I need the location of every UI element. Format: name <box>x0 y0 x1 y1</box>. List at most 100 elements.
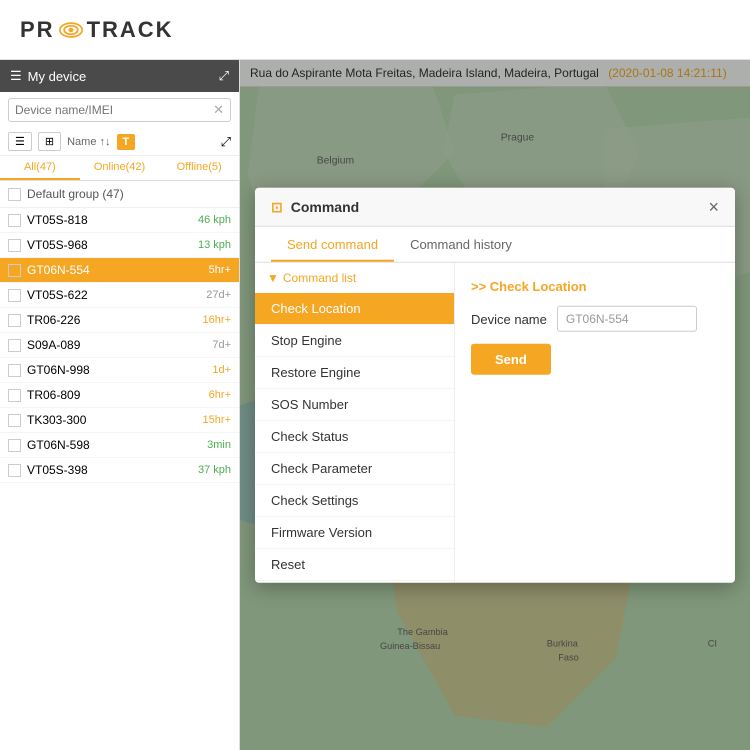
group-checkbox[interactable] <box>8 188 21 201</box>
tab-online[interactable]: Online(42) <box>80 156 160 180</box>
device-name: TK303-300 <box>27 413 203 427</box>
device-item[interactable]: TK303-300 15hr+ <box>0 408 239 433</box>
device-item[interactable]: GT06N-998 1d+ <box>0 358 239 383</box>
sidebar-title: My device <box>28 69 87 84</box>
device-status: 16hr+ <box>203 314 231 326</box>
device-status: 13 kph <box>198 239 231 251</box>
device-item[interactable]: GT06N-554 5hr+ <box>0 258 239 283</box>
sidebar-toolbar: ☰ ⊞ Name ↑↓ T ⤢ <box>0 128 239 156</box>
sidebar-search-container[interactable]: ✕ <box>8 98 231 122</box>
device-checkbox[interactable] <box>8 289 21 302</box>
send-button-container: Send <box>471 344 719 375</box>
device-name: VT05S-968 <box>27 238 198 252</box>
device-item[interactable]: VT05S-968 13 kph <box>0 233 239 258</box>
device-checkbox[interactable] <box>8 464 21 477</box>
toolbar-list-icon[interactable]: ☰ <box>8 132 32 151</box>
search-input[interactable] <box>15 103 213 117</box>
toolbar-t-button[interactable]: T <box>117 134 136 150</box>
sidebar-header-left: ☰ My device <box>10 68 86 84</box>
device-name: TR06-226 <box>27 313 203 327</box>
command-list-item[interactable]: Firmware Version <box>255 517 454 549</box>
terminal-icon: ⊡ <box>271 198 283 215</box>
sidebar: ☰ My device ⤢ ✕ ☰ ⊞ Name ↑↓ T ⤢ All(47) … <box>0 60 240 750</box>
tab-all[interactable]: All(47) <box>0 156 80 180</box>
modal-form-area: >> Check Location Device name Send <box>455 263 735 583</box>
modal-title: Command <box>291 199 359 215</box>
command-list-item[interactable]: Check Status <box>255 421 454 453</box>
tab-send-command[interactable]: Send command <box>271 227 394 262</box>
clear-icon[interactable]: ✕ <box>213 102 224 118</box>
device-status: 3min <box>207 439 231 451</box>
device-checkbox[interactable] <box>8 439 21 452</box>
toolbar-sort-label: Name ↑↓ <box>67 136 110 148</box>
command-section-label: Command list <box>283 271 356 285</box>
device-item[interactable]: S09A-089 7d+ <box>0 333 239 358</box>
modal-title-container: ⊡ Command <box>271 198 359 215</box>
command-list-item[interactable]: Check Location <box>255 293 454 325</box>
device-tabs: All(47) Online(42) Offline(5) <box>0 156 239 181</box>
modal-body: ▼ Command list Check LocationStop Engine… <box>255 263 735 583</box>
command-list-item[interactable]: SOS Number <box>255 389 454 421</box>
device-checkbox[interactable] <box>8 239 21 252</box>
device-checkbox[interactable] <box>8 414 21 427</box>
device-name: GT06N-554 <box>27 263 209 277</box>
command-section-header[interactable]: ▼ Command list <box>255 263 454 293</box>
send-button[interactable]: Send <box>471 344 551 375</box>
device-item[interactable]: VT05S-818 46 kph <box>0 208 239 233</box>
sidebar-header: ☰ My device ⤢ <box>0 60 239 92</box>
command-list-item[interactable]: Reset <box>255 549 454 581</box>
device-name: VT05S-622 <box>27 288 206 302</box>
device-status: 27d+ <box>206 289 231 301</box>
device-name-input[interactable] <box>557 306 697 332</box>
device-checkbox[interactable] <box>8 264 21 277</box>
modal-command-list: ▼ Command list Check LocationStop Engine… <box>255 263 455 583</box>
command-modal: ⊡ Command × Send command Command history… <box>255 188 735 583</box>
command-list-item[interactable]: Restore Engine <box>255 357 454 389</box>
modal-tabs: Send command Command history <box>255 227 735 263</box>
selected-command-label: >> Check Location <box>471 279 719 294</box>
tab-offline[interactable]: Offline(5) <box>159 156 239 180</box>
device-name: GT06N-598 <box>27 438 207 452</box>
command-list-item[interactable]: More <box>255 581 454 583</box>
device-checkbox[interactable] <box>8 389 21 402</box>
device-status: 37 kph <box>198 464 231 476</box>
device-status: 46 kph <box>198 214 231 226</box>
section-arrow-icon: ▼ <box>267 271 279 285</box>
device-checkbox[interactable] <box>8 339 21 352</box>
device-status: 6hr+ <box>209 389 231 401</box>
device-item[interactable]: TR06-226 16hr+ <box>0 308 239 333</box>
device-checkbox[interactable] <box>8 214 21 227</box>
device-list: Default group (47) VT05S-818 46 kph VT05… <box>0 181 239 750</box>
group-label: Default group (47) <box>27 187 124 201</box>
device-name: GT06N-998 <box>27 363 212 377</box>
device-checkbox[interactable] <box>8 364 21 377</box>
device-name-label: Device name <box>471 311 547 326</box>
device-name: TR06-809 <box>27 388 209 402</box>
device-status: 15hr+ <box>203 414 231 426</box>
toolbar-expand[interactable]: ⤢ <box>221 134 231 150</box>
map-area: Rua do Aspirante Mota Freitas, Madeira I… <box>240 60 750 750</box>
device-item[interactable]: GT06N-598 3min <box>0 433 239 458</box>
device-icon: ☰ <box>10 68 22 84</box>
modal-header: ⊡ Command × <box>255 188 735 227</box>
logo-icon <box>59 18 83 42</box>
modal-close-button[interactable]: × <box>708 198 719 216</box>
device-name: VT05S-818 <box>27 213 198 227</box>
device-group-row[interactable]: Default group (47) <box>0 181 239 208</box>
device-checkbox[interactable] <box>8 314 21 327</box>
command-list-item[interactable]: Check Parameter <box>255 453 454 485</box>
device-name: S09A-089 <box>27 338 212 352</box>
device-item[interactable]: TR06-809 6hr+ <box>0 383 239 408</box>
device-status: 7d+ <box>212 339 231 351</box>
device-status: 5hr+ <box>209 264 231 276</box>
command-list-item[interactable]: Stop Engine <box>255 325 454 357</box>
tab-command-history[interactable]: Command history <box>394 227 528 262</box>
device-status: 1d+ <box>212 364 231 376</box>
device-item[interactable]: VT05S-622 27d+ <box>0 283 239 308</box>
command-list-item[interactable]: Check Settings <box>255 485 454 517</box>
collapse-icon[interactable]: ⤢ <box>219 68 229 84</box>
app-header: PR TRACK <box>0 0 750 60</box>
main-layout: ☰ My device ⤢ ✕ ☰ ⊞ Name ↑↓ T ⤢ All(47) … <box>0 60 750 750</box>
toolbar-grid-icon[interactable]: ⊞ <box>38 132 61 151</box>
device-item[interactable]: VT05S-398 37 kph <box>0 458 239 483</box>
